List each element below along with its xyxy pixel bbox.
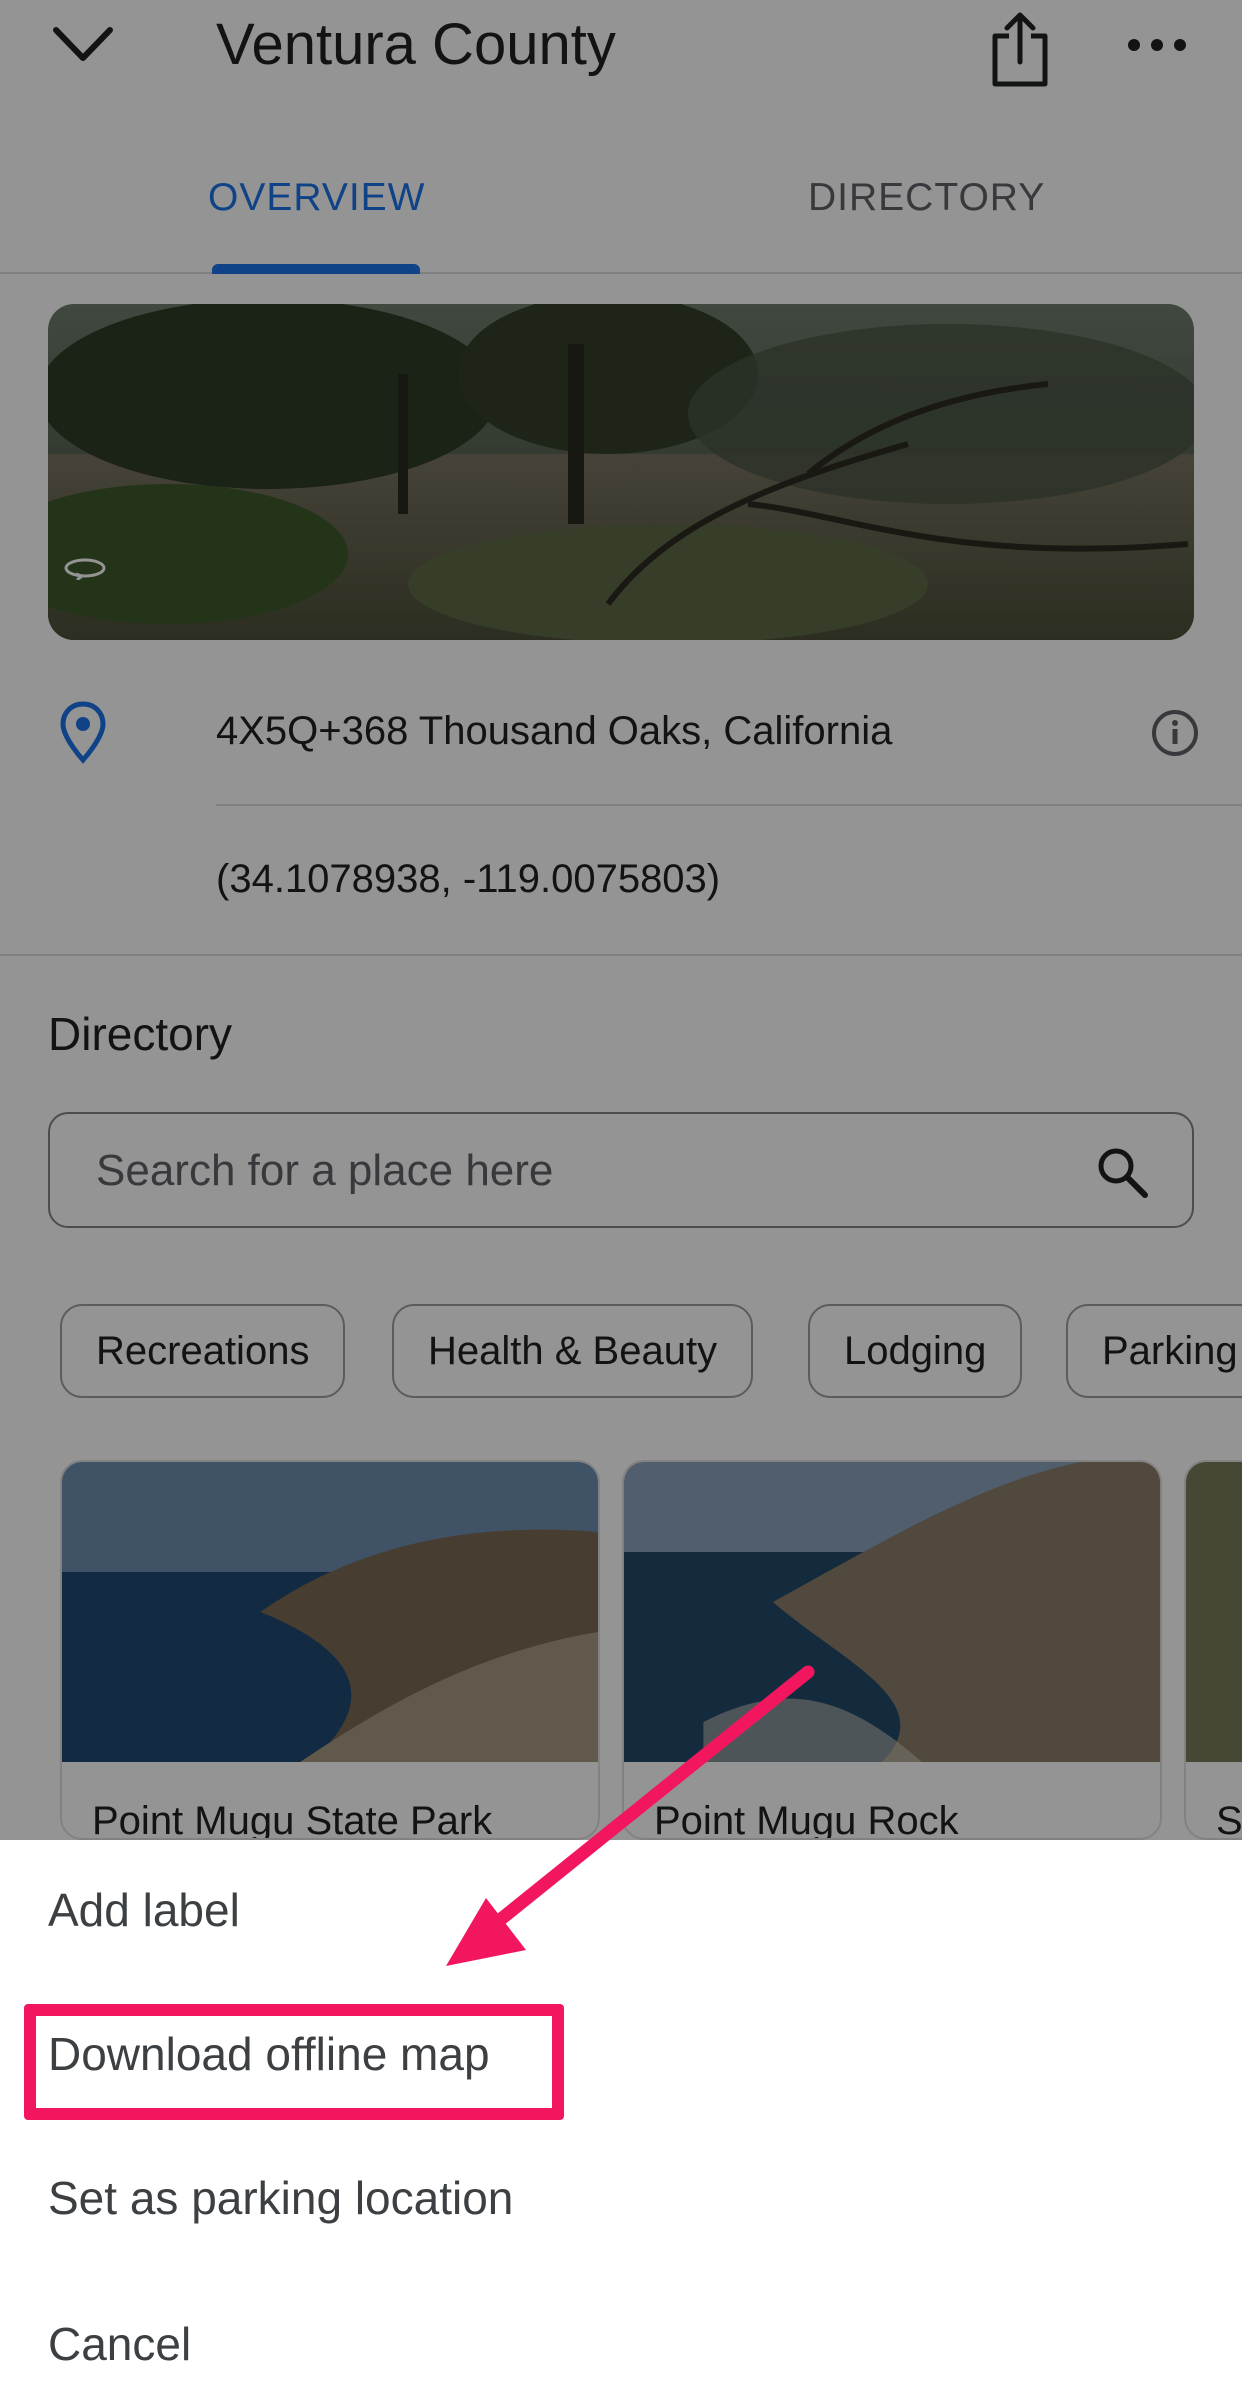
cancel-option[interactable]: Cancel bbox=[48, 2314, 191, 2374]
modal-scrim[interactable] bbox=[0, 0, 1242, 1840]
set-parking-location-option[interactable]: Set as parking location bbox=[48, 2168, 513, 2228]
add-label-option[interactable]: Add label bbox=[48, 1880, 240, 1940]
place-details-page: Ventura County OVERVIEW DIRECTORY 4X5Q+3… bbox=[0, 0, 1242, 2398]
highlight-annotation-box bbox=[24, 2004, 564, 2120]
